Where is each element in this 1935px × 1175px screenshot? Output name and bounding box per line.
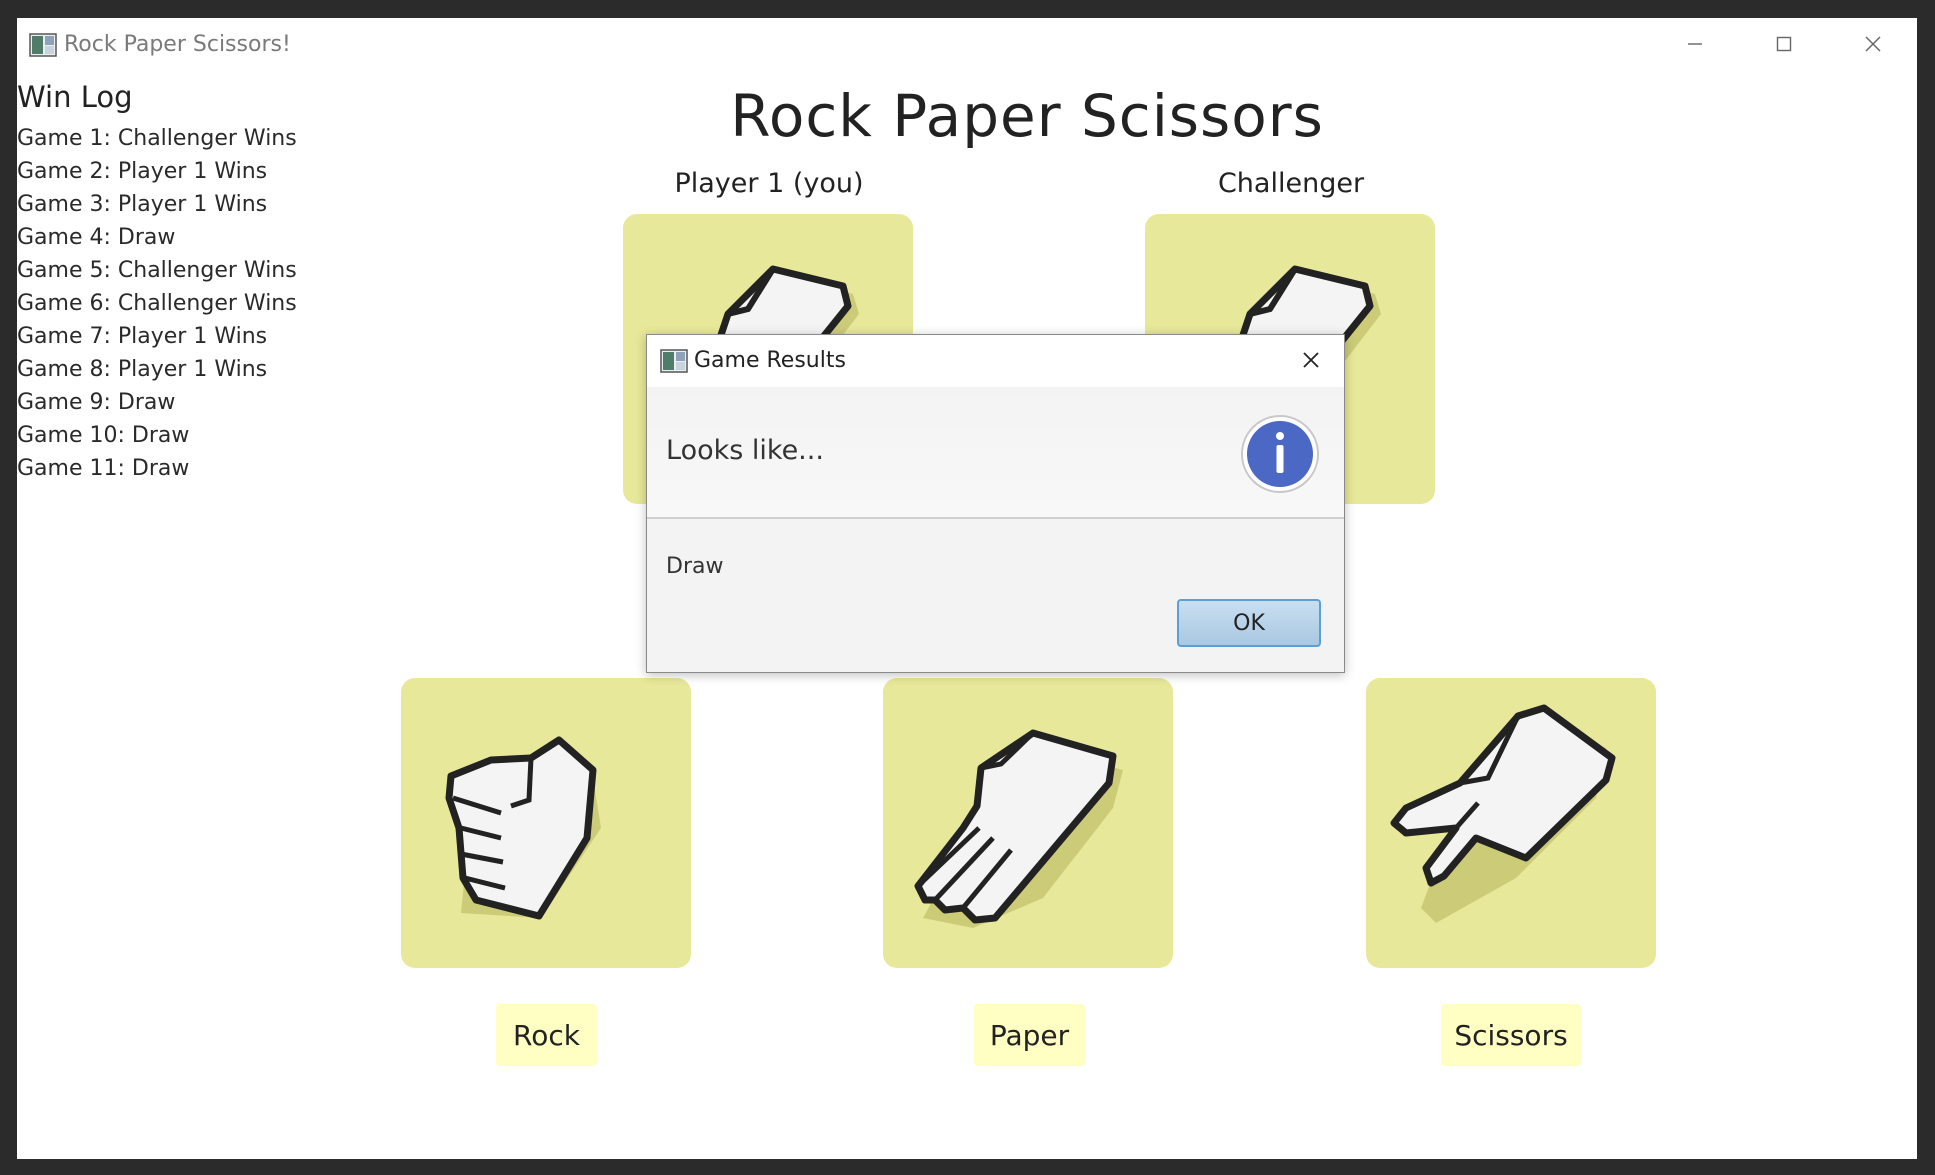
- dialog-header: Looks like...: [647, 387, 1344, 519]
- rock-choice-tile[interactable]: [401, 678, 691, 968]
- player1-label: Player 1 (you): [674, 168, 864, 199]
- win-log-item: Game 5: Challenger Wins: [17, 258, 297, 283]
- paper-choice-tile[interactable]: [883, 678, 1173, 968]
- dialog-header-text: Looks like...: [666, 435, 824, 466]
- ok-button[interactable]: OK: [1177, 599, 1321, 647]
- close-icon: [1303, 352, 1319, 368]
- game-results-dialog: Game Results Looks like... Draw OK: [646, 334, 1345, 673]
- dialog-content: Draw: [666, 554, 724, 579]
- win-log-item: Game 3: Player 1 Wins: [17, 192, 268, 217]
- win-log-item: Game 11: Draw: [17, 456, 190, 481]
- dialog-titlebar[interactable]: Game Results: [647, 335, 1344, 387]
- app-icon: [29, 33, 57, 57]
- maximize-button[interactable]: [1754, 24, 1814, 64]
- paper-button[interactable]: Paper: [974, 1004, 1085, 1066]
- win-log-item: Game 2: Player 1 Wins: [17, 159, 268, 184]
- window-titlebar[interactable]: Rock Paper Scissors!: [17, 18, 1917, 74]
- win-log-item: Game 6: Challenger Wins: [17, 291, 297, 316]
- scissors-button[interactable]: Scissors: [1441, 1004, 1581, 1066]
- scissors-hand-icon: [1390, 704, 1616, 923]
- dialog-title: Game Results: [694, 348, 846, 373]
- close-icon: [1865, 36, 1881, 52]
- win-log-item: Game 7: Player 1 Wins: [17, 324, 268, 349]
- win-log-item: Game 4: Draw: [17, 225, 176, 250]
- win-log-item: Game 8: Player 1 Wins: [17, 357, 268, 382]
- win-log-list: Game 1: Challenger Wins Game 2: Player 1…: [17, 122, 297, 485]
- page-title: Rock Paper Scissors: [730, 82, 1324, 150]
- info-icon: [1241, 415, 1319, 493]
- window-title: Rock Paper Scissors!: [64, 32, 291, 57]
- rock-button[interactable]: Rock: [496, 1004, 597, 1066]
- win-log-item: Game 10: Draw: [17, 423, 190, 448]
- app-icon: [660, 349, 688, 373]
- scissors-choice-tile[interactable]: [1366, 678, 1656, 968]
- challenger-label: Challenger: [1217, 168, 1365, 199]
- close-button[interactable]: [1843, 24, 1903, 64]
- win-log-item: Game 9: Draw: [17, 390, 176, 415]
- rock-hand-icon: [445, 736, 601, 920]
- paper-hand-icon: [914, 729, 1123, 928]
- dialog-close-button[interactable]: [1296, 345, 1326, 375]
- minimize-icon: [1688, 43, 1702, 45]
- maximize-icon: [1776, 36, 1792, 52]
- minimize-button[interactable]: [1665, 24, 1725, 64]
